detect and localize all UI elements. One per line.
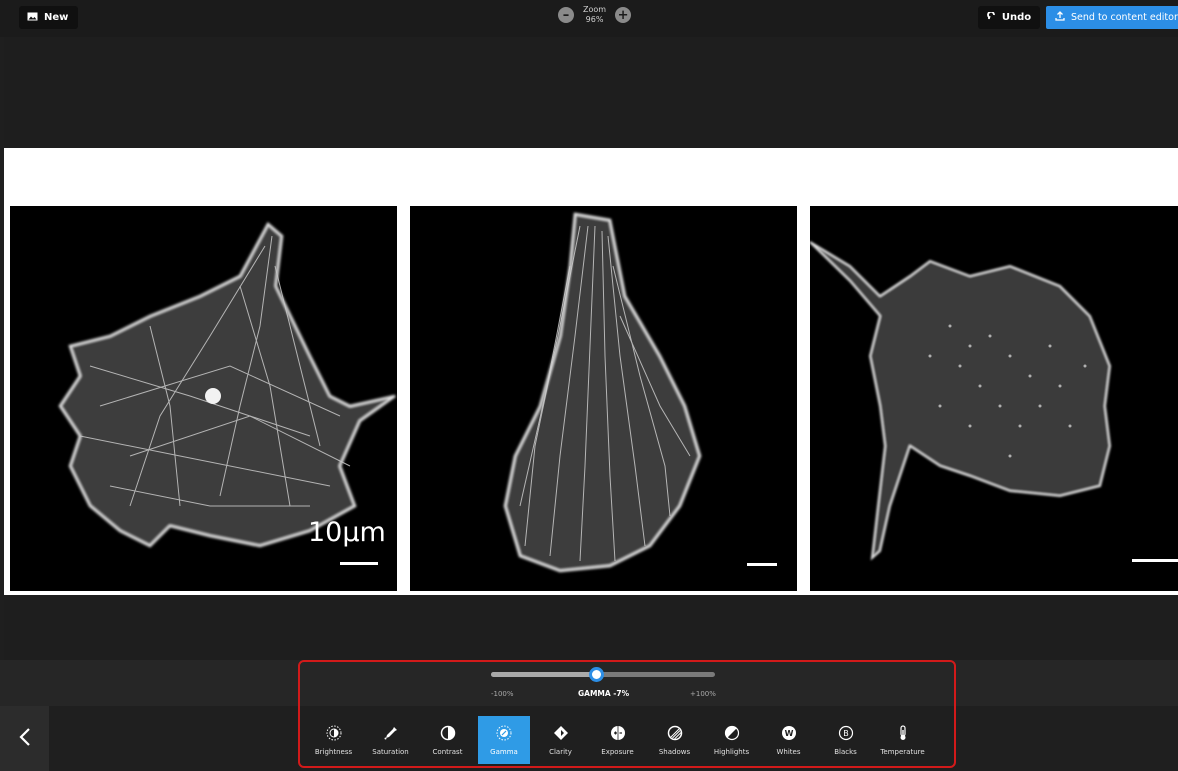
tool-brightness[interactable]: Brightness <box>305 716 362 764</box>
eyedropper-icon <box>383 725 399 741</box>
cell-panel-3 <box>810 206 1178 591</box>
thermometer-icon <box>895 724 911 741</box>
new-button[interactable]: New <box>19 6 79 29</box>
tool-label: Whites <box>776 747 801 756</box>
scale-bar-label: 10µm <box>308 517 386 548</box>
shadows-icon <box>667 725 683 741</box>
tool-label: Saturation <box>372 747 409 756</box>
tool-label: Contrast <box>432 747 463 756</box>
tool-exposure[interactable]: Exposure <box>589 716 646 764</box>
tool-blacks[interactable]: B Blacks <box>817 716 874 764</box>
cell-panel-2 <box>410 206 797 591</box>
zoom-in-icon[interactable]: + <box>615 7 632 23</box>
top-toolbar: New – Zoom 96% + Undo Send to content ed… <box>0 0 1178 37</box>
contrast-icon <box>440 725 456 741</box>
tool-gamma[interactable]: Gamma <box>478 716 530 764</box>
zoom-readout: Zoom 96% <box>583 5 606 25</box>
cell-panel-1: 10µm <box>10 206 397 591</box>
highlights-icon <box>724 725 740 741</box>
tool-contrast[interactable]: Contrast <box>419 716 476 764</box>
brightness-icon <box>326 725 342 741</box>
slider-max-label: +100% <box>690 690 716 698</box>
edited-image[interactable]: 10µm <box>4 148 1178 595</box>
tool-label: Highlights <box>713 747 750 756</box>
tool-label: Temperature <box>880 747 925 756</box>
tool-label: Blacks <box>834 747 857 756</box>
exposure-icon <box>610 725 626 741</box>
svg-text:W: W <box>784 729 793 738</box>
adjustment-slider-area <box>0 660 1178 706</box>
adjustment-tools: Brightness Saturation Contrast Gamma Clarity… <box>305 716 931 764</box>
canvas-margin-top <box>4 37 1178 148</box>
gamma-slider[interactable] <box>491 667 715 682</box>
gamma-icon <box>496 725 512 741</box>
undo-button[interactable]: Undo <box>978 6 1040 29</box>
undo-label: Undo <box>1001 12 1032 23</box>
tool-label: Brightness <box>314 747 353 756</box>
canvas-margin-bottom <box>4 595 1178 660</box>
tool-label: Clarity <box>549 747 572 756</box>
send-label: Send to content editor <box>1071 12 1178 23</box>
new-button-label: New <box>44 12 69 23</box>
clarity-icon <box>553 725 569 741</box>
tool-clarity[interactable]: Clarity <box>532 716 589 764</box>
tool-shadows[interactable]: Shadows <box>646 716 703 764</box>
tool-whites[interactable]: W Whites <box>760 716 817 764</box>
tool-highlights[interactable]: Highlights <box>703 716 760 764</box>
svg-text:B: B <box>843 729 849 738</box>
tool-saturation[interactable]: Saturation <box>362 716 419 764</box>
zoom-control: – Zoom 96% + <box>558 5 632 25</box>
slider-value-label: GAMMA -7% <box>578 689 630 698</box>
tool-temperature[interactable]: Temperature <box>874 716 931 764</box>
image-icon <box>27 12 38 24</box>
back-button[interactable] <box>0 706 49 771</box>
slider-min-label: -100% <box>491 690 514 698</box>
tool-label: Gamma <box>490 747 518 756</box>
slider-fill <box>491 672 597 677</box>
upload-icon <box>1055 11 1065 24</box>
zoom-label: Zoom <box>583 5 607 14</box>
tool-label: Exposure <box>601 747 634 756</box>
undo-icon <box>986 10 996 24</box>
zoom-value: 96% <box>585 15 604 24</box>
chevron-left-icon <box>18 727 31 751</box>
zoom-out-icon[interactable]: – <box>558 7 574 23</box>
send-to-content-editor-button[interactable]: Send to content editor <box>1046 6 1178 29</box>
blacks-icon: B <box>838 725 854 741</box>
tool-label: Shadows <box>658 747 691 756</box>
whites-icon: W <box>781 725 797 741</box>
